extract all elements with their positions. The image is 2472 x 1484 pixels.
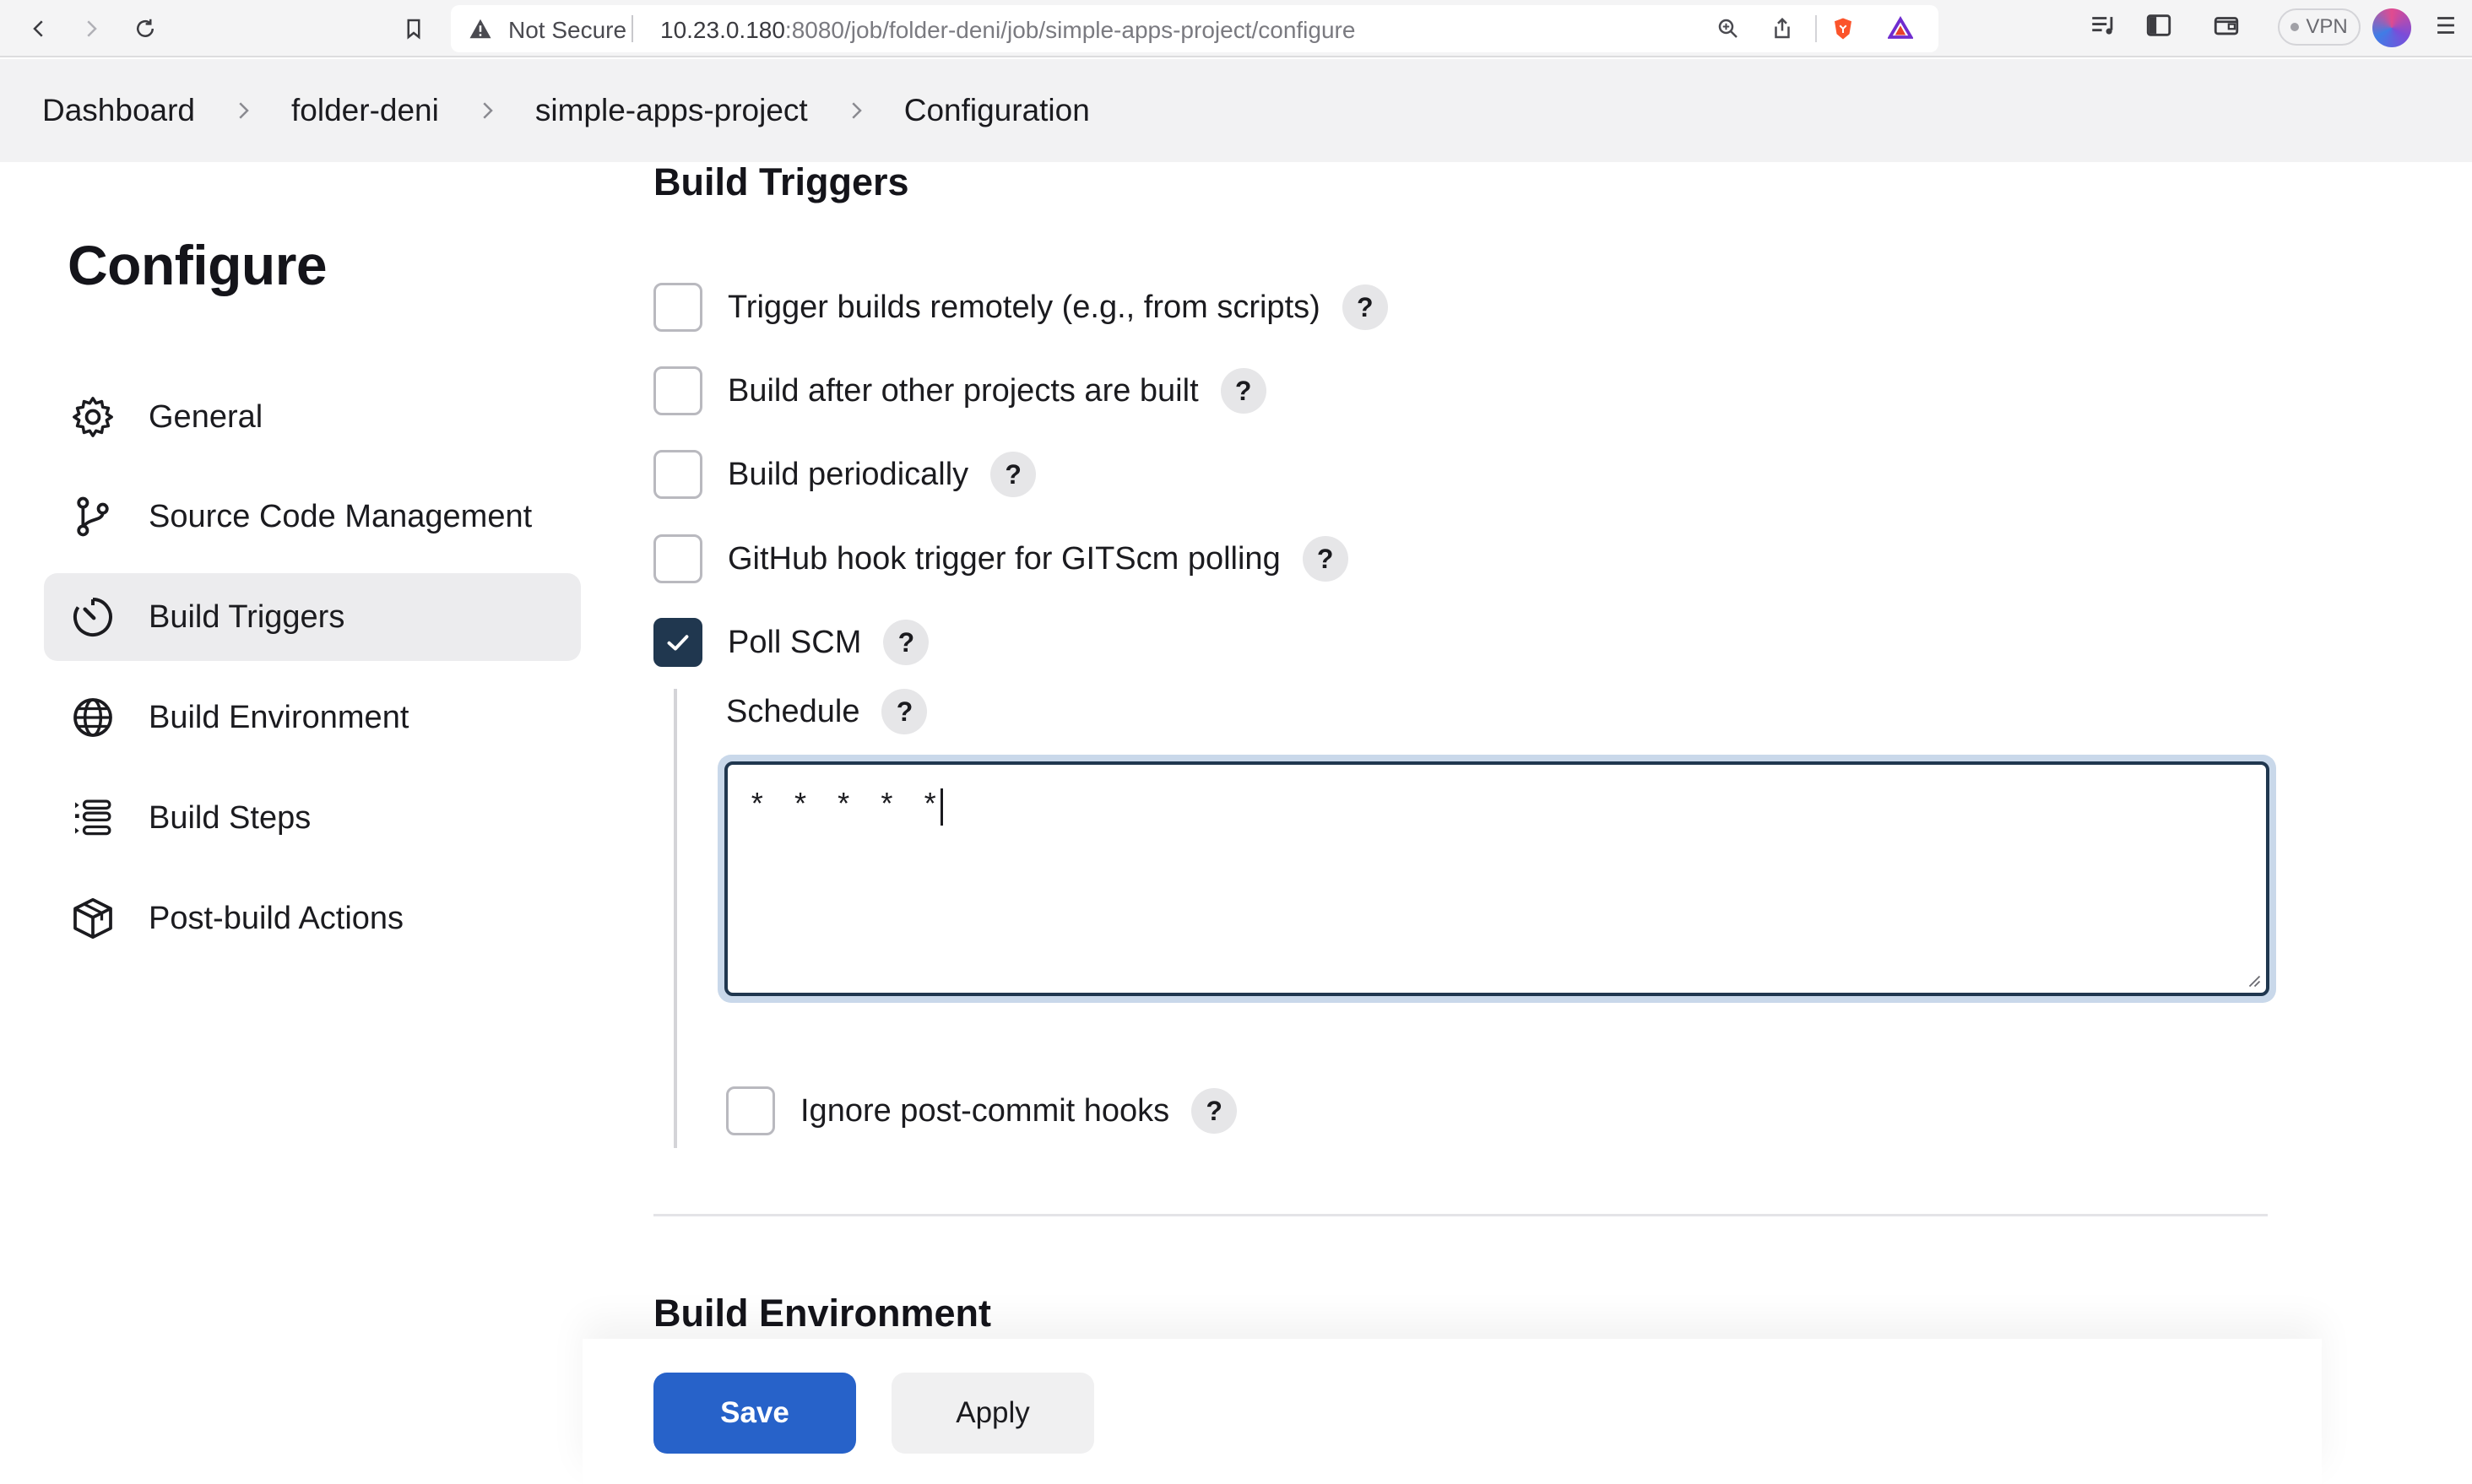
schedule-text: * * * * *: [748, 789, 943, 825]
sidebar-item-label: Source Code Management: [149, 498, 533, 534]
sidebar-item-build-triggers[interactable]: Build Triggers: [44, 573, 581, 661]
sidebar-item-label: Build Steps: [149, 799, 312, 836]
sidebar-item-label: General: [149, 398, 263, 435]
sidebar-item-post-build-actions[interactable]: Post-build Actions: [44, 875, 581, 962]
schedule-textarea[interactable]: * * * * *: [724, 761, 2269, 996]
brave-rewards-icon[interactable]: [1888, 16, 1913, 41]
back-arrow-icon: [33, 20, 43, 37]
trigger-remote-label[interactable]: Trigger builds remotely (e.g., from scri…: [728, 290, 1320, 326]
browser-toolbar: Not Secure 10.23.0.180:8080/job/folder-d…: [0, 0, 2472, 57]
help-button[interactable]: ?: [1220, 368, 1266, 414]
sidebar-item-label: Build Environment: [149, 699, 409, 735]
ignore-hooks-row: Ignore post-commit hooks ?: [726, 1086, 1238, 1136]
sidebar-item-build-steps[interactable]: Build Steps: [44, 774, 581, 862]
trigger-remote-row: Trigger builds remotely (e.g., from scri…: [653, 282, 1388, 333]
page-title: Configure: [68, 234, 328, 296]
sidebar-item-label: Build Triggers: [149, 598, 345, 635]
reload-icon: [137, 19, 154, 37]
bookmark-button[interactable]: [395, 10, 432, 47]
save-button[interactable]: Save: [653, 1373, 856, 1454]
url-port: :8080: [784, 17, 844, 43]
forward-button[interactable]: [73, 10, 110, 47]
url-path: /job/folder-deni/job/simple-apps-project…: [844, 17, 1356, 43]
poll-scm-checkbox[interactable]: [653, 618, 702, 667]
poll-scm-label[interactable]: Poll SCM: [728, 625, 861, 661]
section-title-build-environment: Build Environment: [653, 1292, 992, 1335]
help-button[interactable]: ?: [1302, 536, 1348, 582]
ignore-hooks-label[interactable]: Ignore post-commit hooks: [800, 1093, 1169, 1129]
package-icon: [69, 895, 117, 942]
schedule-focus-ring: * * * * *: [718, 755, 2276, 1003]
profile-avatar[interactable]: [2372, 8, 2411, 47]
build-periodically-checkbox[interactable]: [653, 450, 702, 499]
chevron-right-icon: [230, 98, 256, 123]
chevron-right-icon: [843, 98, 869, 123]
help-button[interactable]: ?: [883, 620, 930, 665]
sidebar-item-source-code-management[interactable]: Source Code Management: [44, 473, 581, 561]
url-divider-2: [1815, 15, 1817, 42]
breadcrumb: Dashboard folder-deni simple-apps-projec…: [0, 59, 2472, 162]
help-button[interactable]: ?: [1191, 1088, 1238, 1134]
address-bar[interactable]: Not Secure 10.23.0.180:8080/job/folder-d…: [451, 5, 1938, 52]
url-divider: [632, 15, 633, 42]
build-after-label[interactable]: Build after other projects are built: [728, 373, 1199, 409]
nested-group-indicator: [674, 689, 677, 1148]
schedule-value: * * * * *: [748, 788, 944, 826]
media-playlist-icon[interactable]: [2089, 11, 2117, 40]
build-after-row: Build after other projects are built ?: [653, 366, 1266, 416]
trigger-remote-checkbox[interactable]: [653, 283, 702, 332]
chevron-right-icon: [474, 98, 500, 123]
build-periodically-label[interactable]: Build periodically: [728, 457, 968, 493]
sidebar-item-label: Post-build Actions: [149, 900, 404, 936]
build-after-checkbox[interactable]: [653, 366, 702, 415]
sidebar-toggle-icon[interactable]: [2144, 11, 2173, 40]
help-button[interactable]: ?: [990, 452, 1037, 497]
resize-handle-icon[interactable]: [2246, 972, 2261, 988]
github-hook-row: GitHub hook trigger for GITScm polling ?: [653, 533, 1348, 584]
vpn-button[interactable]: VPN: [2278, 8, 2361, 46]
ignore-hooks-checkbox[interactable]: [726, 1086, 775, 1135]
vpn-label: VPN: [2306, 15, 2348, 38]
url-host: 10.23.0.180: [660, 17, 785, 43]
github-hook-checkbox[interactable]: [653, 534, 702, 583]
schedule-label: Schedule: [726, 693, 860, 729]
share-icon[interactable]: [1770, 16, 1795, 41]
branch-icon: [69, 493, 117, 540]
bookmark-icon: [407, 19, 420, 40]
back-button[interactable]: [20, 10, 57, 47]
timer-icon: [69, 593, 117, 641]
text-caret: [941, 788, 944, 826]
security-label[interactable]: Not Secure: [508, 17, 626, 44]
build-periodically-row: Build periodically ?: [653, 449, 1037, 500]
help-button[interactable]: ?: [881, 689, 928, 734]
menu-icon[interactable]: [2431, 11, 2460, 40]
vpn-status-dot: [2290, 23, 2300, 31]
sidebar-item-build-environment[interactable]: Build Environment: [44, 674, 581, 761]
section-title-build-triggers: Build Triggers: [653, 160, 909, 203]
warning-icon: [469, 19, 491, 39]
globe-icon: [69, 694, 117, 741]
breadcrumb-dashboard[interactable]: Dashboard: [42, 93, 195, 128]
brave-shield-icon[interactable]: [1830, 16, 1856, 41]
apply-button[interactable]: Apply: [892, 1373, 1094, 1454]
github-hook-label[interactable]: GitHub hook trigger for GITScm polling: [728, 541, 1281, 577]
sidebar-item-general[interactable]: General: [44, 373, 581, 461]
schedule-label-row: Schedule ?: [726, 688, 928, 735]
zoom-icon[interactable]: [1716, 16, 1741, 41]
section-divider: [653, 1214, 2268, 1216]
wallet-icon[interactable]: [2212, 11, 2241, 40]
poll-scm-row: Poll SCM ?: [653, 617, 930, 668]
reload-button[interactable]: [127, 10, 164, 47]
help-button[interactable]: ?: [1342, 284, 1388, 330]
gear-icon: [69, 393, 117, 441]
checkmark-icon: [667, 635, 689, 651]
url-text[interactable]: 10.23.0.180:8080/job/folder-deni/job/sim…: [660, 17, 1355, 44]
forward-arrow-icon: [87, 20, 97, 37]
breadcrumb-folder[interactable]: folder-deni: [291, 93, 439, 128]
breadcrumb-project[interactable]: simple-apps-project: [535, 93, 808, 128]
breadcrumb-current: Configuration: [903, 93, 1090, 127]
list-icon: [69, 794, 117, 842]
